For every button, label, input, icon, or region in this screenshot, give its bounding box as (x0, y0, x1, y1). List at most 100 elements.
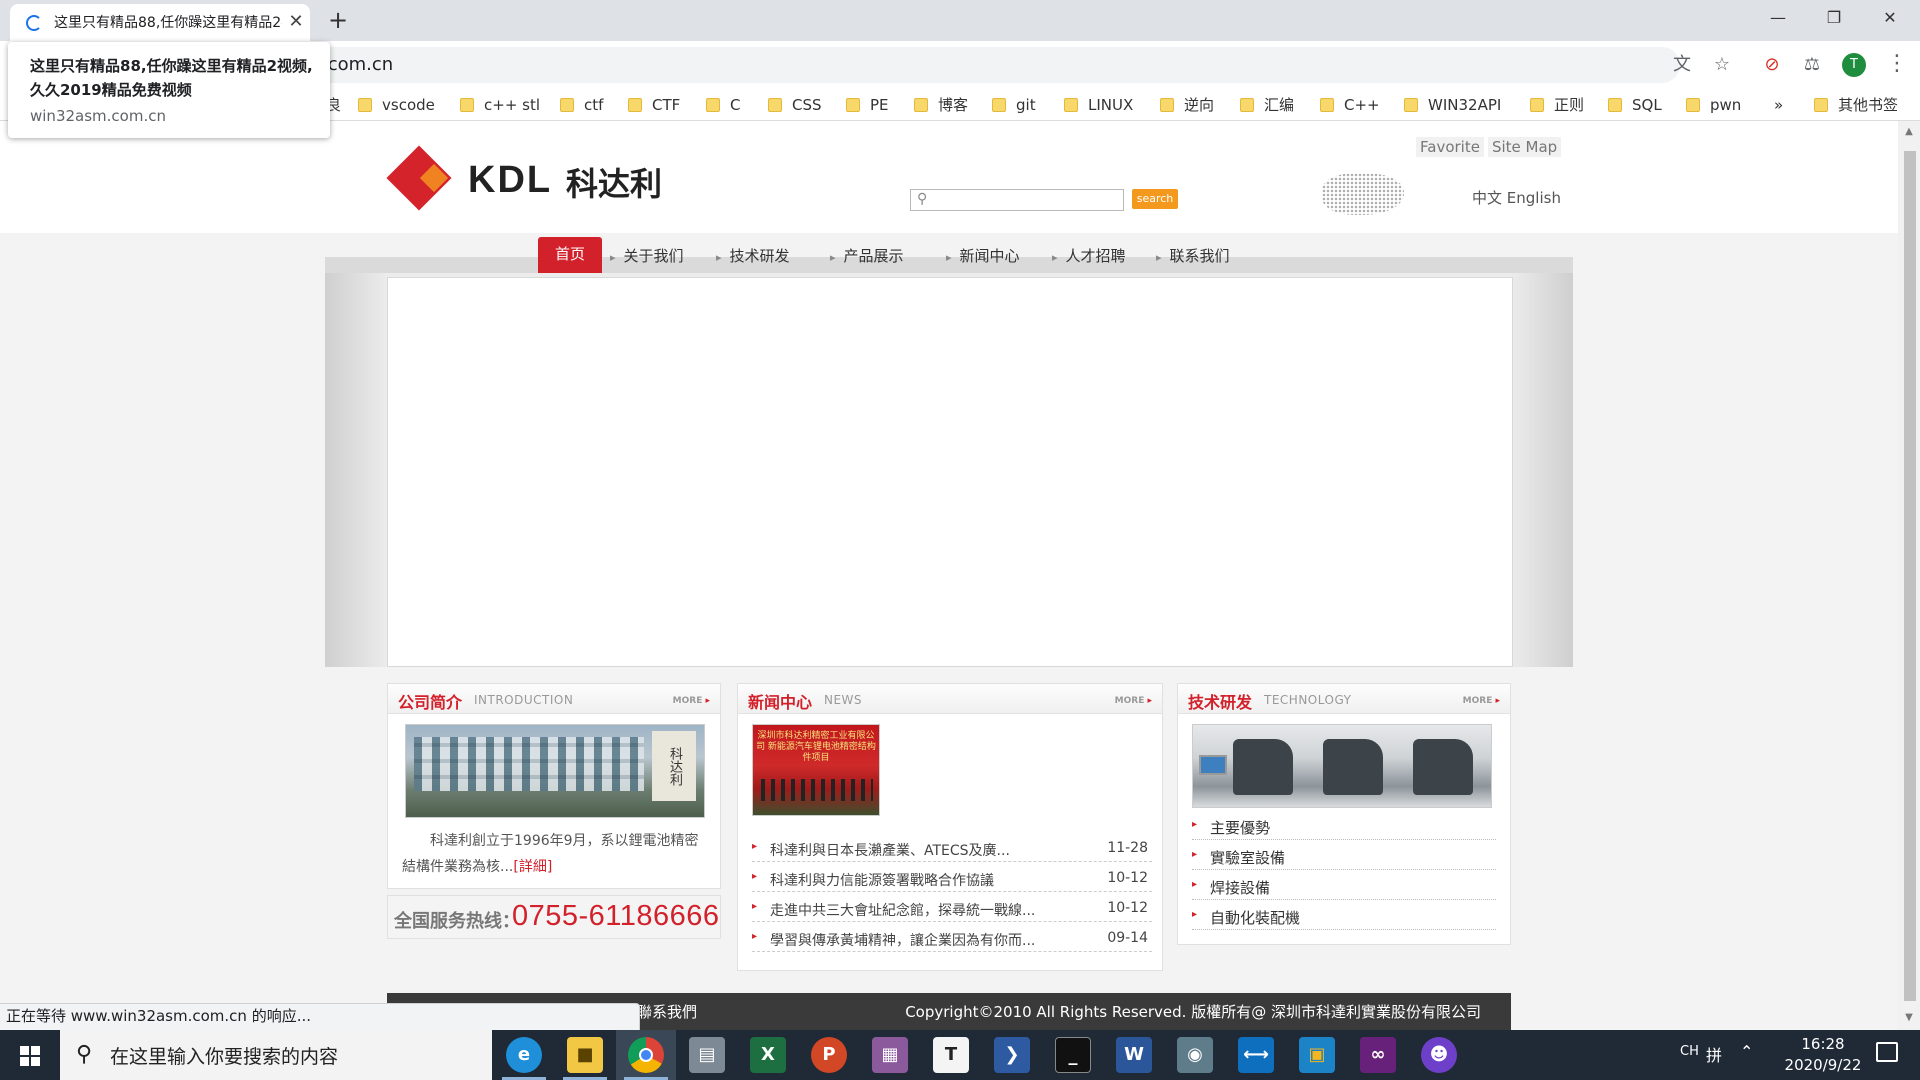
page-scrollbar[interactable]: ▲ ▼ (1898, 121, 1920, 1030)
word-icon: W (1116, 1037, 1152, 1073)
tech-item[interactable]: ▸ 主要優勢 (1192, 814, 1496, 840)
taskbar-visual-studio[interactable]: ∞ (1348, 1030, 1408, 1080)
taskbar-search-box[interactable]: ⚲ 在这里输入你要搜索的内容 (60, 1030, 492, 1080)
scrollbar-thumb[interactable] (1904, 151, 1916, 1001)
bookmark-folder[interactable]: CTF (628, 95, 680, 115)
bookmark-folder[interactable]: c++ stl (460, 95, 540, 115)
restore-button[interactable]: ❐ (1806, 0, 1862, 36)
tech-item[interactable]: ▸ 自動化裝配機 (1192, 904, 1496, 930)
ime-mode-indicator[interactable]: 拼 (1706, 1042, 1722, 1066)
more-link[interactable]: MORE (1115, 696, 1152, 706)
nav-about[interactable]: 关于我们 (610, 245, 684, 266)
taskbar-github-desktop[interactable]: ☻ (1409, 1030, 1469, 1080)
nav-contact[interactable]: 联系我们 (1156, 245, 1230, 266)
extension-blocker-icon[interactable]: ⊘ (1760, 53, 1784, 77)
taskbar-word[interactable]: W (1104, 1030, 1164, 1080)
window-close-button[interactable]: ✕ (1862, 0, 1918, 36)
news-photo-people (761, 779, 873, 801)
news-item[interactable]: ▸ 科達利與日本長瀨產業、ATECS及廣... 11-28 (752, 836, 1152, 862)
taskbar-chrome[interactable] (616, 1030, 676, 1080)
more-link[interactable]: MORE (1463, 696, 1500, 706)
bookmark-folder[interactable]: CSS (768, 95, 822, 115)
taskbar-winrar[interactable]: ▦ (860, 1030, 920, 1080)
news-item[interactable]: ▸ 走進中共三大會址紀念館，探尋統一戰線... 10-12 (752, 896, 1152, 922)
clock-time[interactable]: 16:28 (1778, 1035, 1868, 1053)
bookmark-folder[interactable]: 逆向 (1160, 95, 1214, 115)
news-item[interactable]: ▸ 學習與傳承黃埔精神，讓企業因為有你而... 09-14 (752, 926, 1152, 952)
profile-avatar[interactable]: T (1842, 53, 1866, 77)
page-viewport[interactable]: KDL 科达利 Favorite Site Map ⚲ search 中文 Eng… (0, 121, 1898, 1030)
bookmark-star-icon[interactable]: ☆ (1710, 53, 1734, 77)
bookmark-folder[interactable]: ctf (560, 95, 603, 115)
taskbar-scanner[interactable]: ▤ (677, 1030, 737, 1080)
bookmark-folder[interactable]: C (706, 95, 740, 115)
nav-careers[interactable]: 人才招聘 (1052, 245, 1126, 266)
bookmark-folder[interactable]: 博客 (914, 95, 968, 115)
nav-home[interactable]: 首页 (538, 237, 602, 273)
favorite-link[interactable]: Favorite (1416, 137, 1484, 157)
menu-dots-icon[interactable]: ⋮ (1886, 49, 1908, 79)
bookmark-folder[interactable]: pwn (1686, 95, 1741, 115)
bookmark-folder[interactable]: PE (846, 95, 889, 115)
site-logo[interactable]: KDL 科达利 (386, 143, 676, 215)
translate-icon[interactable]: 文 (1670, 53, 1694, 77)
site-search-button[interactable]: search (1132, 189, 1178, 209)
bookmark-folder[interactable]: 正则 (1530, 95, 1584, 115)
minimize-button[interactable]: — (1750, 0, 1806, 36)
clock-date[interactable]: 2020/9/22 (1778, 1056, 1868, 1074)
new-tab-button[interactable]: + (324, 6, 352, 34)
input-language-indicator[interactable]: CH (1680, 1044, 1699, 1059)
tab-close-button[interactable]: ✕ (286, 12, 306, 32)
taskbar-excel[interactable]: X (738, 1030, 798, 1080)
chevron-up-icon[interactable]: ⌃ (1740, 1042, 1753, 1061)
taskbar-typora[interactable]: T (921, 1030, 981, 1080)
address-bar[interactable]: .com.cn (122, 47, 1680, 83)
taskbar-virtualbox[interactable]: ▣ (1287, 1030, 1347, 1080)
nav-tech[interactable]: 技术研发 (716, 245, 790, 266)
taskbar-screenshot-tool[interactable]: ◉ (1165, 1030, 1225, 1080)
taskbar: ⚲ 在这里输入你要搜索的内容 e ■ ▤ X P ▦ T ❯ _ W ◉ ⟷ ▣… (0, 1030, 1920, 1080)
taskbar-terminal[interactable]: _ (1043, 1030, 1103, 1080)
bookmark-folder[interactable]: git (992, 95, 1036, 115)
notification-icon[interactable] (1876, 1042, 1898, 1062)
bookmark-folder[interactable]: SQL (1608, 95, 1662, 115)
factory-photo[interactable]: 科达利 (405, 724, 705, 818)
bookmark-folder[interactable]: 汇编 (1240, 95, 1294, 115)
more-link[interactable]: MORE (673, 696, 710, 706)
detail-link[interactable]: [詳細] (513, 859, 552, 875)
taskbar-search-placeholder: 在这里输入你要搜索的内容 (110, 1046, 339, 1068)
bookmark-folder[interactable]: LINUX (1064, 95, 1133, 115)
tech-item[interactable]: ▸ 實驗室設備 (1192, 844, 1496, 870)
taskbar-powershell[interactable]: ❯ (982, 1030, 1042, 1080)
taskbar-powerpoint[interactable]: P (799, 1030, 859, 1080)
site-search-input[interactable]: ⚲ (910, 189, 1124, 211)
folder-icon (914, 98, 928, 112)
start-button[interactable] (0, 1030, 60, 1080)
taskbar-vscode[interactable]: ⟷ (1226, 1030, 1286, 1080)
bookmark-folder[interactable]: vscode (358, 95, 435, 115)
taskbar-file-explorer[interactable]: ■ (555, 1030, 615, 1080)
active-tab[interactable]: 这里只有精品88,任你躁这里有精品2视频,久久2019精品免费视频 ✕ (10, 4, 310, 41)
other-bookmarks-folder[interactable]: 其他书签 (1814, 95, 1898, 115)
technology-panel: 技术研发 TECHNOLOGY MORE ▸主要優勢 ▸實驗室設備 ▸焊接設備 … (1177, 683, 1511, 945)
bookmark-folder[interactable]: WIN32API (1404, 95, 1501, 115)
bookmarks-overflow-button[interactable]: » (1774, 95, 1783, 115)
news-photo[interactable]: 深圳市科达利精密工业有限公司 新能源汽车锂电池精密结构件项目 (752, 724, 880, 816)
scroll-down-icon[interactable]: ▼ (1902, 1011, 1916, 1025)
folder-icon (1404, 98, 1418, 112)
site-map-link[interactable]: Site Map (1487, 137, 1562, 157)
news-item[interactable]: ▸ 科達利與力信能源簽署戰略合作協議 10-12 (752, 866, 1152, 892)
taskbar-edge[interactable]: e (494, 1030, 554, 1080)
lang-english-link[interactable]: English (1507, 189, 1561, 207)
nav-news[interactable]: 新闻中心 (946, 245, 1020, 266)
nav-products[interactable]: 产品展示 (830, 245, 904, 266)
panel-title: 技术研发 (1188, 693, 1253, 712)
scroll-up-icon[interactable]: ▲ (1902, 125, 1916, 139)
intro-text: 科達利創立于1996年9月，系以鋰電池精密結構件業務為核...[詳細] (402, 833, 699, 875)
footer-contact-link[interactable]: 聯系我們 (637, 1001, 697, 1022)
lab-photo[interactable] (1192, 724, 1492, 808)
extensions-puzzle-icon[interactable]: ⚖ (1800, 53, 1824, 77)
tech-item[interactable]: ▸ 焊接設備 (1192, 874, 1496, 900)
bookmark-folder[interactable]: C++ (1320, 95, 1380, 115)
lang-chinese-link[interactable]: 中文 (1472, 189, 1502, 207)
